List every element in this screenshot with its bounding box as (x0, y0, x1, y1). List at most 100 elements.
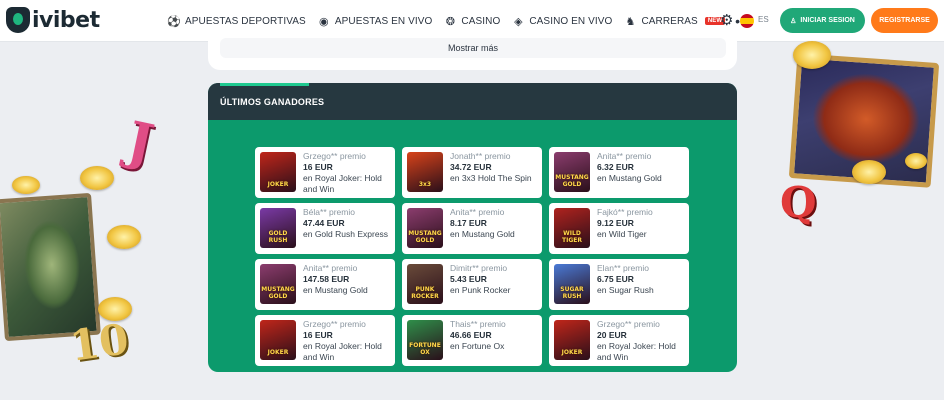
winner-game[interactable]: en Wild Tiger (597, 229, 685, 240)
winner-amount: 8.17 EUR (450, 218, 487, 228)
winner-card[interactable]: PUNK ROCKER Dimitr** premio 5.43 EUR en Pun… (402, 259, 542, 310)
winner-name-line: Grzego** premio (303, 151, 366, 161)
shield-logo-icon (6, 7, 30, 33)
winners-grid: JOKER Grzego** premio 16 EUR en Royal Joker… (255, 147, 689, 366)
winner-game[interactable]: en Mustang Gold (303, 285, 391, 296)
winner-amount: 6.75 EUR (597, 274, 634, 284)
nav-item-casino[interactable]: ❂ CASINO (444, 15, 501, 28)
logo-text: ivibet (32, 7, 100, 33)
coin-icon (852, 160, 886, 184)
winner-game[interactable]: en Mustang Gold (450, 229, 538, 240)
winner-amount: 6.32 EUR (597, 162, 634, 172)
winner-name-line: Béla** premio (303, 207, 355, 217)
winner-card[interactable]: JOKER Grzego** premio 16 EUR en Royal Joker… (255, 147, 395, 198)
nav-item-casino-en-vivo[interactable]: ◈ CASINO EN VIVO (512, 15, 613, 28)
game-thumbnail-label: JOKER (561, 349, 583, 356)
winner-game[interactable]: en Punk Rocker (450, 285, 538, 296)
game-thumbnail[interactable]: PUNK ROCKER (407, 264, 443, 304)
coin-icon (107, 225, 141, 249)
winner-amount: 34.72 EUR (450, 162, 492, 172)
game-thumbnail[interactable]: WILD TIGER (554, 208, 590, 248)
winner-card[interactable]: WILD TIGER Fajkó** premio 9.12 EUR en Wild … (549, 203, 689, 254)
winner-card[interactable]: MUSTANG GOLD Anita** premio 8.17 EUR en Mus… (402, 203, 542, 254)
game-thumbnail-label: JOKER (267, 349, 289, 356)
user-icon: ♙ (790, 17, 797, 25)
letter-10-symbol: 10 (66, 314, 132, 371)
winner-name-line: Jonath** premio (450, 151, 511, 161)
nav-item-carreras[interactable]: ♞ CARRERAS NEW (624, 15, 726, 28)
game-thumbnail[interactable]: MUSTANG GOLD (260, 264, 296, 304)
live-ball-icon: ◉ (318, 15, 329, 28)
winner-amount: 20 EUR (597, 330, 627, 340)
winner-game[interactable]: en Sugar Rush (597, 285, 685, 296)
winner-card[interactable]: FORTUNE OX Thais** premio 46.66 EUR en Fort… (402, 315, 542, 366)
game-thumbnail[interactable]: SUGAR RUSH (554, 264, 590, 304)
game-thumbnail[interactable]: FORTUNE OX (407, 320, 443, 360)
coin-icon (793, 41, 831, 69)
winner-amount: 47.44 EUR (303, 218, 345, 228)
winner-name-line: Grzego** premio (597, 319, 660, 329)
winner-card[interactable]: 3x3 Jonath** premio 34.72 EUR en 3x3 Hold T… (402, 147, 542, 198)
winner-game[interactable]: en Royal Joker: Hold and Win (303, 341, 391, 363)
nav-label: CARRERAS (641, 15, 698, 27)
game-thumbnail[interactable]: JOKER (260, 152, 296, 192)
winners-header: ÚLTIMOS GANADORES (208, 83, 737, 120)
winner-game[interactable]: en Royal Joker: Hold and Win (303, 173, 391, 195)
game-thumbnail[interactable]: MUSTANG GOLD (407, 208, 443, 248)
nav-label: APUESTAS EN VIVO (334, 15, 433, 27)
brand-logo[interactable]: ivibet (6, 7, 100, 33)
nav-item-apuestas-deportivas[interactable]: ⚽ APUESTAS DEPORTIVAS (167, 15, 306, 28)
game-thumbnail-label: PUNK ROCKER (411, 286, 439, 300)
winner-card[interactable]: JOKER Grzego** premio 20 EUR en Royal Joker… (549, 315, 689, 366)
winner-amount: 16 EUR (303, 330, 333, 340)
coin-icon (905, 153, 927, 169)
winner-card[interactable]: MUSTANG GOLD Anita** premio 6.32 EUR en Mus… (549, 147, 689, 198)
game-thumbnail[interactable]: 3x3 (407, 152, 443, 192)
winner-game[interactable]: en 3x3 Hold The Spin (450, 173, 538, 184)
spain-flag-icon[interactable] (740, 14, 754, 28)
nav-label: CASINO EN VIVO (529, 15, 613, 27)
game-thumbnail[interactable]: GOLD RUSH (260, 208, 296, 248)
game-thumbnail-label: SUGAR RUSH (560, 286, 584, 300)
winners-title: ÚLTIMOS GANADORES (220, 96, 325, 107)
winner-card[interactable]: MUSTANG GOLD Anita** premio 147.58 EUR en M… (255, 259, 395, 310)
winner-game[interactable]: en Fortune Ox (450, 341, 538, 352)
game-thumbnail[interactable]: MUSTANG GOLD (554, 152, 590, 192)
letter-j-symbol: J (121, 110, 159, 175)
game-thumbnail-label: MUSTANG GOLD (408, 230, 442, 244)
winner-name-line: Fajkó** premio (597, 207, 653, 217)
live-casino-icon: ◈ (514, 15, 523, 28)
winner-amount: 5.43 EUR (450, 274, 487, 284)
game-thumbnail[interactable]: JOKER (554, 320, 590, 360)
winner-name-line: Anita** premio (597, 151, 652, 161)
register-button[interactable]: REGISTRARSE (871, 8, 938, 33)
winner-name-line: Thais** premio (450, 319, 506, 329)
game-thumbnail-label: 3x3 (418, 181, 432, 188)
winner-card[interactable]: GOLD RUSH Béla** premio 47.44 EUR en Gold R… (255, 203, 395, 254)
nav-label: CASINO (461, 15, 501, 27)
show-more-button[interactable]: Mostrar más (220, 38, 726, 58)
nav-label: APUESTAS DEPORTIVAS (185, 15, 306, 27)
coin-icon (12, 176, 40, 194)
winner-game[interactable]: en Mustang Gold (597, 173, 685, 184)
winner-game[interactable]: en Royal Joker: Hold and Win (597, 341, 685, 363)
login-label: INICIAR SESION (800, 17, 855, 24)
game-thumbnail-label: FORTUNE OX (409, 342, 441, 356)
game-thumbnail[interactable]: JOKER (260, 320, 296, 360)
winner-game[interactable]: en Gold Rush Express (303, 229, 391, 240)
coin-icon (80, 166, 114, 190)
letter-q-symbol: Q (780, 178, 817, 227)
winner-card[interactable]: SUGAR RUSH Elan** premio 6.75 EUR en Sugar … (549, 259, 689, 310)
game-thumbnail-label: MUSTANG GOLD (261, 286, 295, 300)
login-button[interactable]: ♙ INICIAR SESION (780, 8, 865, 33)
register-label: REGISTRARSE (879, 17, 930, 24)
game-thumbnail-label: GOLD RUSH (268, 230, 288, 244)
gear-icon[interactable]: ⚙ (720, 13, 736, 29)
winner-card[interactable]: JOKER Grzego** premio 16 EUR en Royal Joker… (255, 315, 395, 366)
language-code[interactable]: ES (758, 15, 769, 24)
horse-icon: ♞ (625, 15, 636, 28)
winner-name-line: Anita** premio (450, 207, 505, 217)
soccer-ball-icon: ⚽ (167, 15, 181, 28)
winner-name-line: Grzego** premio (303, 319, 366, 329)
nav-item-apuestas-en-vivo[interactable]: ◉ APUESTAS EN VIVO (318, 15, 433, 28)
